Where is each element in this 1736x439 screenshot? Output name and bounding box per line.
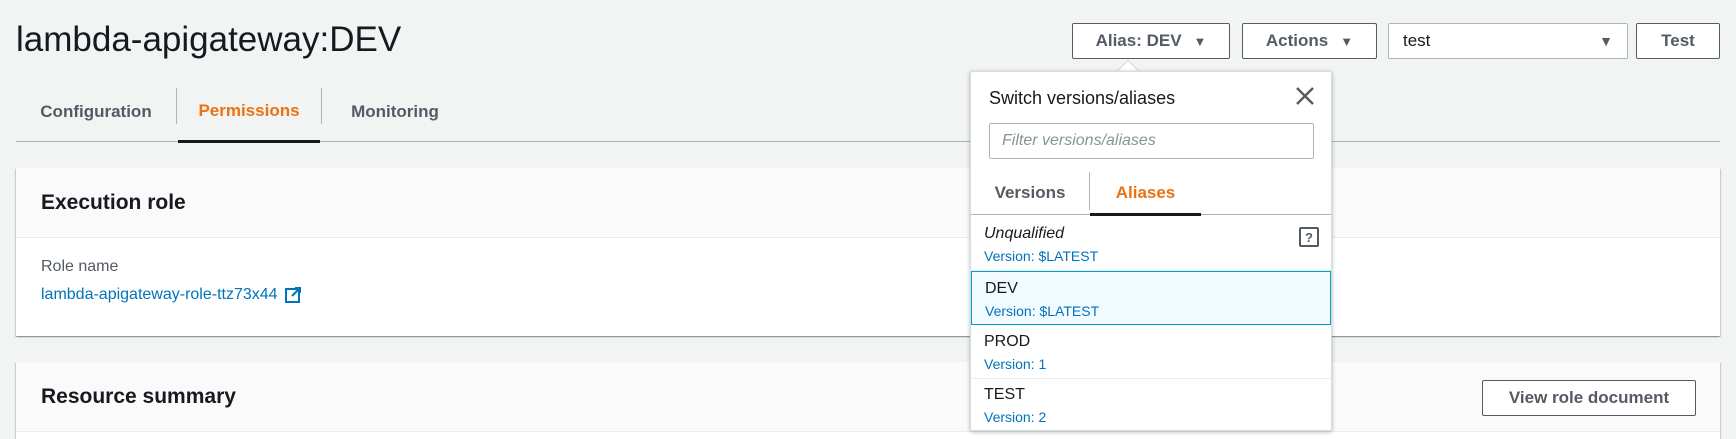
item-name: Unqualified [984, 225, 1065, 242]
resource-summary-panel: Resource summary View role document [16, 362, 1720, 439]
help-icon[interactable]: ? [1299, 227, 1319, 247]
close-icon[interactable] [1293, 84, 1317, 108]
tab-divider [176, 88, 177, 124]
actions-button-label: Actions [1265, 31, 1329, 50]
resource-summary-heading: Resource summary [41, 384, 236, 408]
external-link-icon [284, 287, 301, 303]
caret-down-icon: ▼ [1340, 33, 1354, 49]
caret-down-icon: ▼ [1599, 33, 1613, 49]
filter-versions-input[interactable] [989, 123, 1314, 159]
role-name-link[interactable]: lambda-apigateway-role-ttz73x44 [41, 286, 1695, 304]
alias-dropdown-button[interactable]: Alias: DEV ▼ [1072, 23, 1230, 59]
item-name: PROD [984, 333, 1031, 350]
list-item-prod[interactable]: PROD Version: 1 [971, 325, 1331, 379]
execution-role-heading: Execution role [41, 190, 186, 214]
test-event-value: test [1403, 31, 1431, 50]
test-button[interactable]: Test [1636, 23, 1720, 59]
execution-role-panel: Execution role Role name lambda-apigatew… [16, 168, 1720, 336]
tab-versions[interactable]: Versions [971, 172, 1089, 214]
tab-configuration[interactable]: Configuration [16, 82, 176, 142]
main-tabs: Configuration Permissions Monitoring [16, 82, 1720, 143]
list-item-unqualified[interactable]: Unqualified Version: $LATEST ? [971, 217, 1331, 271]
popover-title: Switch versions/aliases [989, 88, 1176, 108]
item-version: Version: $LATEST [985, 303, 1100, 319]
panel-body: Role name lambda-apigateway-role-ttz73x4… [16, 238, 1720, 326]
switch-versions-popover: Switch versions/aliases Versions Aliases… [970, 71, 1332, 431]
item-version: Version: 1 [984, 356, 1047, 372]
popover-tabs: Versions Aliases [971, 172, 1331, 216]
item-name: DEV [985, 280, 1018, 297]
caret-down-icon: ▼ [1193, 33, 1207, 49]
item-name: TEST [984, 386, 1025, 403]
item-version: Version: $LATEST [984, 248, 1099, 264]
item-version: Version: 2 [984, 409, 1047, 425]
list-item-test[interactable]: TEST Version: 2 [971, 378, 1331, 432]
role-name-label: Role name [41, 258, 119, 275]
tab-permissions[interactable]: Permissions [178, 82, 320, 143]
test-event-select[interactable]: test ▼ [1388, 23, 1628, 59]
view-role-document-button[interactable]: View role document [1482, 380, 1696, 416]
page-title: lambda-apigateway:DEV [16, 20, 402, 59]
list-item-dev[interactable]: DEV Version: $LATEST [971, 271, 1331, 325]
tab-aliases[interactable]: Aliases [1090, 172, 1201, 216]
panel-header: Resource summary [16, 362, 1720, 432]
actions-dropdown-button[interactable]: Actions ▼ [1242, 23, 1377, 59]
role-name-link-text: lambda-apigateway-role-ttz73x44 [41, 286, 278, 303]
panel-header: Execution role [16, 168, 1720, 238]
alias-button-label: Alias: DEV [1095, 31, 1182, 50]
tab-monitoring[interactable]: Monitoring [322, 82, 468, 142]
